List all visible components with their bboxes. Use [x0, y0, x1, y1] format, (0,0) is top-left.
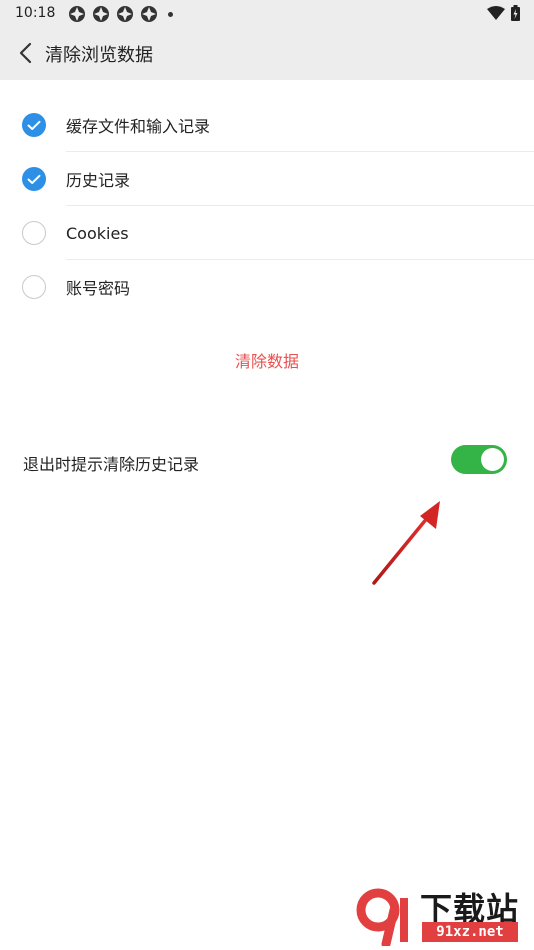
more-notifications-dot [168, 11, 173, 17]
option-history[interactable]: 历史记录 [0, 152, 534, 206]
notification-app-icon [117, 6, 133, 22]
checkbox-unchecked-icon[interactable] [22, 221, 46, 245]
exit-prompt-label: 退出时提示清除历史记录 [23, 455, 200, 474]
status-bar: 10:18 [0, 0, 534, 26]
option-label: 账号密码 [66, 279, 131, 298]
option-label: 历史记录 [66, 171, 131, 190]
toggle-knob [481, 448, 504, 471]
checkbox-unchecked-icon[interactable] [22, 275, 46, 299]
notification-app-icon [69, 6, 85, 22]
status-time: 10:18 [15, 5, 56, 21]
page-title: 清除浏览数据 [45, 45, 153, 66]
option-label: Cookies [66, 223, 129, 243]
back-arrow-icon [19, 42, 32, 64]
app-bar: 清除浏览数据 [0, 26, 534, 80]
wifi-icon [487, 6, 505, 20]
annotation-arrow-icon [372, 501, 440, 585]
notification-icons [68, 5, 173, 23]
watermark-logo-icon [356, 888, 408, 946]
clear-data-button[interactable]: 清除数据 [0, 348, 534, 372]
checkbox-checked-icon[interactable] [22, 113, 46, 137]
option-cache-and-input[interactable]: 缓存文件和输入记录 [0, 98, 534, 152]
notification-app-icon [141, 6, 157, 22]
clear-options-list: 缓存文件和输入记录 历史记录 Cookies 账号密码 [0, 98, 534, 314]
exit-prompt-toggle[interactable] [451, 445, 507, 474]
notification-app-icon [93, 6, 109, 22]
battery-charging-icon [511, 5, 520, 21]
back-button[interactable] [10, 38, 40, 68]
option-account-passwords[interactable]: 账号密码 [0, 260, 534, 314]
system-icons [487, 5, 520, 21]
option-label: 缓存文件和输入记录 [66, 117, 211, 136]
checkbox-checked-icon[interactable] [22, 167, 46, 191]
watermark-url: 91xz.net [422, 922, 518, 942]
site-watermark: 下载站 91xz.net [356, 882, 526, 950]
exit-prompt-row: 退出时提示清除历史记录 [0, 440, 534, 480]
option-cookies[interactable]: Cookies [0, 206, 534, 260]
